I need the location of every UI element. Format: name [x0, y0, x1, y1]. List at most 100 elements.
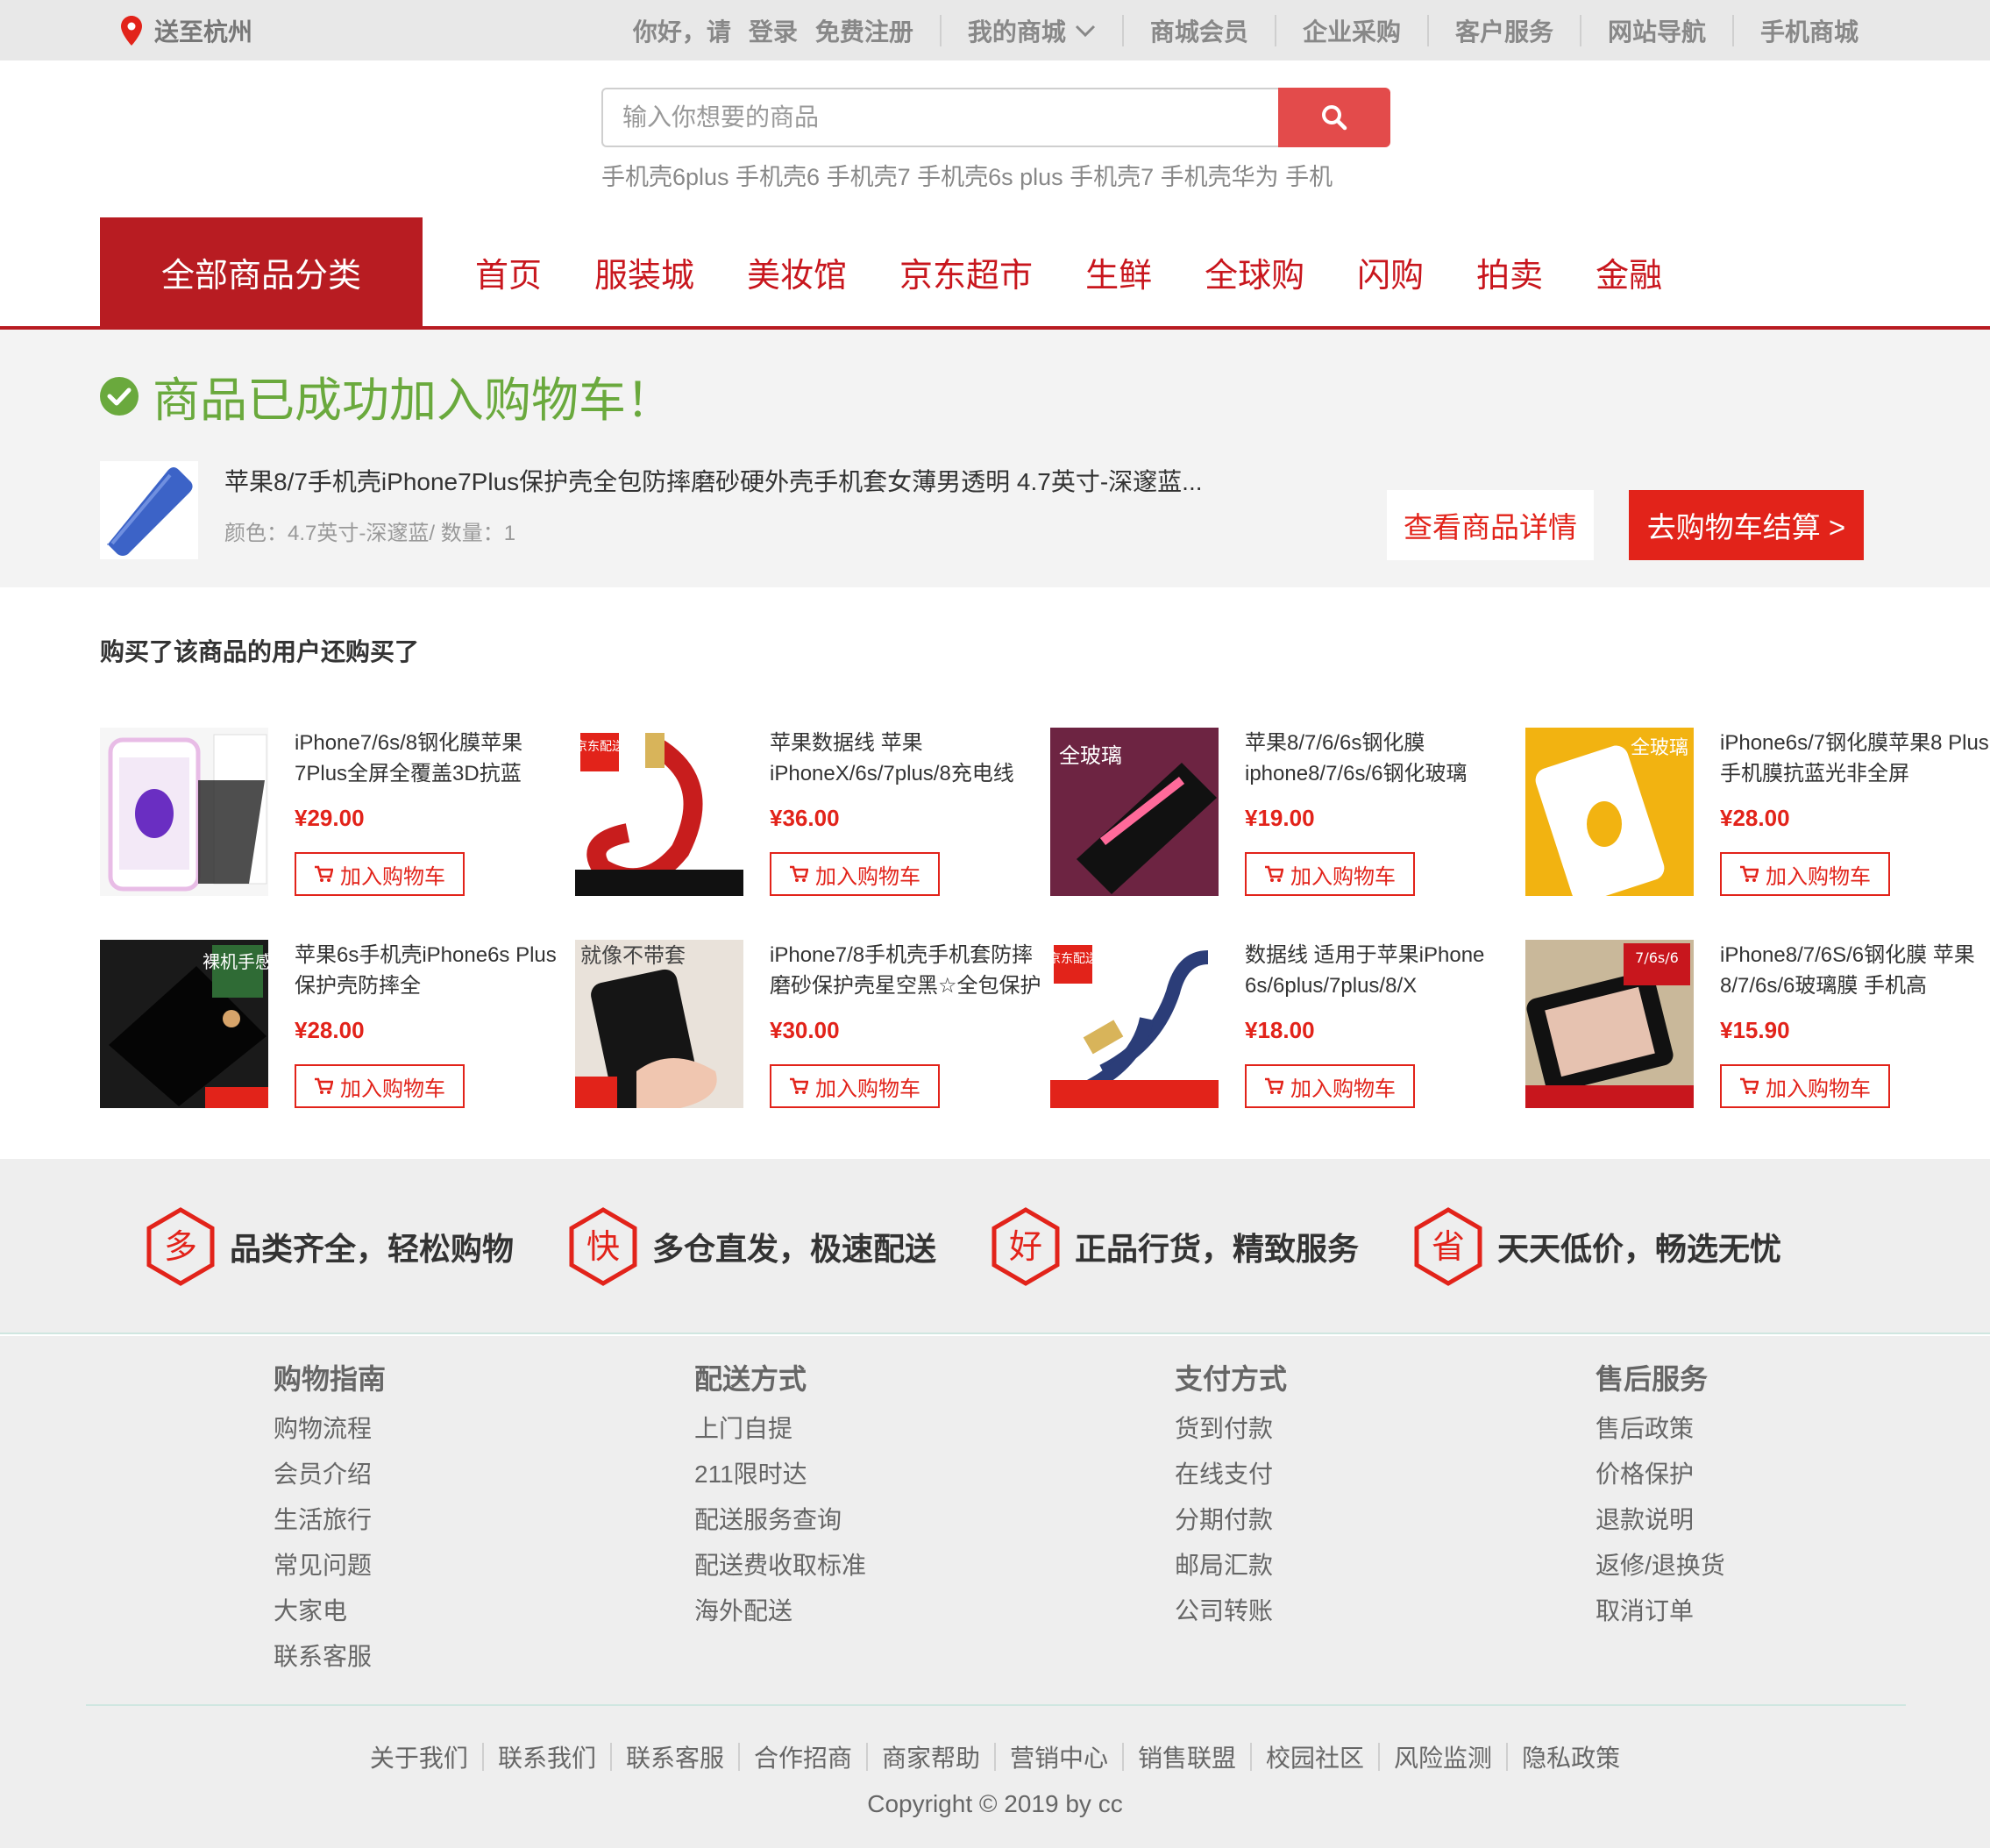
product-name[interactable]: 苹果6s手机壳iPhone6s Plus保护壳防摔全	[295, 940, 575, 1001]
product-image[interactable]: 全玻璃	[1525, 728, 1694, 896]
product-image[interactable]: 全玻璃	[1050, 728, 1219, 896]
footer-link[interactable]: 公司转账	[1175, 1589, 1287, 1634]
footer-link[interactable]: 营销中心	[1010, 1739, 1108, 1774]
footer-link[interactable]: 返修/退换货	[1596, 1543, 1725, 1589]
footer-link[interactable]: 联系客服	[274, 1634, 386, 1680]
nav-item-clothing[interactable]: 服装城	[594, 248, 694, 296]
footer-link[interactable]: 取消订单	[1596, 1589, 1725, 1634]
member-link[interactable]: 商城会员	[1150, 13, 1248, 48]
all-categories-button[interactable]: 全部商品分类	[100, 217, 423, 326]
product-name[interactable]: iPhone7/8手机壳手机套防摔磨砂保护壳星空黑☆全包保护	[770, 940, 1050, 1001]
product-name[interactable]: 苹果8/7手机壳iPhone7Plus保护壳全包防摔磨砂硬外壳手机套女薄男透明 …	[224, 463, 1203, 498]
footer: 购物指南 购物流程 会员介绍 生活旅行 常见问题 大家电 联系客服 配送方式 上…	[0, 1336, 1990, 1848]
footer-link[interactable]: 售后政策	[1596, 1406, 1725, 1452]
svg-text:就像不带套: 就像不带套	[580, 943, 686, 968]
add-to-cart-button[interactable]: 加入购物车	[1720, 852, 1890, 896]
search-button[interactable]	[1278, 88, 1390, 147]
nav-item-beauty[interactable]: 美妆馆	[747, 248, 847, 296]
add-to-cart-button[interactable]: 加入购物车	[295, 1064, 465, 1108]
phone-case-image	[100, 461, 198, 559]
cart-icon	[1740, 865, 1759, 882]
product-name[interactable]: 苹果8/7/6/6s钢化膜iphone8/7/6s/6钢化玻璃	[1245, 728, 1525, 789]
footer-link[interactable]: 配送费收取标准	[694, 1543, 866, 1589]
location-selector[interactable]: 送至杭州	[121, 12, 252, 49]
footer-link[interactable]: 大家电	[274, 1589, 386, 1634]
glass-film-image: 全玻璃	[1050, 728, 1219, 896]
add-to-cart-button[interactable]: 加入购物车	[1720, 1064, 1890, 1108]
hexagon-badge-icon: 好	[991, 1207, 1060, 1286]
svg-text:好: 好	[1009, 1227, 1042, 1266]
footer-link[interactable]: 合作招商	[754, 1739, 852, 1774]
product-image[interactable]: 京东配送	[1050, 940, 1219, 1108]
footer-bottom-links: 关于我们 联系我们 联系客服 合作招商 商家帮助 营销中心 销售联盟 校园社区 …	[0, 1739, 1990, 1774]
site-nav-link[interactable]: 网站导航	[1608, 13, 1706, 48]
nav-item-fresh[interactable]: 生鲜	[1085, 248, 1152, 296]
svg-text:裸机手感: 裸机手感	[203, 951, 268, 972]
footer-link[interactable]: 校园社区	[1266, 1739, 1364, 1774]
footer-link[interactable]: 购物流程	[274, 1406, 386, 1452]
product-image[interactable]: 裸机手感	[100, 940, 268, 1108]
nav-item-global[interactable]: 全球购	[1205, 248, 1304, 296]
hot-search-words[interactable]: 手机壳6plus 手机壳6 手机壳7 手机壳6s plus 手机壳7 手机壳华为…	[601, 158, 1390, 192]
search-box	[601, 88, 1278, 147]
footer-link[interactable]: 配送服务查询	[694, 1497, 866, 1543]
footer-link[interactable]: 211限时达	[694, 1452, 866, 1497]
my-mall-dropdown[interactable]: 我的商城	[968, 13, 1096, 48]
footer-link[interactable]: 常见问题	[274, 1543, 386, 1589]
login-link[interactable]: 登录	[749, 13, 798, 48]
product-image[interactable]: 京东配送	[575, 728, 743, 896]
cart-icon	[315, 1077, 333, 1094]
hexagon-badge-icon: 快	[569, 1207, 637, 1286]
product-image[interactable]: 就像不带套	[575, 940, 743, 1108]
service-promises: 多 品类齐全，轻松购物 快 多仓直发，极速配送 好 正品行货，精致服务 省 天天…	[0, 1159, 1990, 1334]
product-name[interactable]: iPhone6s/7钢化膜苹果8 Plus手机膜抗蓝光非全屏	[1720, 728, 1990, 789]
footer-link[interactable]: 联系客服	[626, 1739, 724, 1774]
product-name[interactable]: iPhone8/7/6S/6钢化膜 苹果8/7/6s/6玻璃膜 手机高	[1720, 940, 1990, 1001]
product-name[interactable]: 数据线 适用于苹果iPhone 6s/6plus/7plus/8/X	[1245, 940, 1525, 1001]
footer-link[interactable]: 联系我们	[498, 1739, 596, 1774]
product-card: 全玻璃 iPhone6s/7钢化膜苹果8 Plus手机膜抗蓝光非全屏 ¥28.0…	[1525, 728, 1990, 903]
search-input[interactable]	[603, 89, 1278, 146]
footer-link[interactable]: 风险监测	[1394, 1739, 1492, 1774]
add-to-cart-button[interactable]: 加入购物车	[1245, 1064, 1415, 1108]
footer-link[interactable]: 货到付款	[1175, 1406, 1287, 1452]
add-to-cart-button[interactable]: 加入购物车	[1245, 852, 1415, 896]
add-to-cart-button[interactable]: 加入购物车	[770, 1064, 940, 1108]
footer-link[interactable]: 会员介绍	[274, 1452, 386, 1497]
nav-item-auction[interactable]: 拍卖	[1476, 248, 1543, 296]
footer-link[interactable]: 商家帮助	[882, 1739, 980, 1774]
customer-service-link[interactable]: 客户服务	[1455, 13, 1553, 48]
product-thumbnail[interactable]	[100, 461, 198, 559]
footer-link[interactable]: 销售联盟	[1138, 1739, 1236, 1774]
footer-divider	[86, 1704, 1906, 1706]
add-to-cart-button[interactable]: 加入购物车	[770, 852, 940, 896]
checkout-button[interactable]: 去购物车结算 >	[1629, 490, 1864, 560]
footer-link[interactable]: 退款说明	[1596, 1497, 1725, 1543]
footer-link[interactable]: 隐私政策	[1522, 1739, 1620, 1774]
register-link[interactable]: 免费注册	[815, 13, 913, 48]
enterprise-link[interactable]: 企业采购	[1303, 13, 1401, 48]
mobile-mall-link[interactable]: 手机商城	[1760, 13, 1859, 48]
footer-link[interactable]: 生活旅行	[274, 1497, 386, 1543]
nav-item-finance[interactable]: 金融	[1596, 248, 1662, 296]
nav-item-supermarket[interactable]: 京东超市	[899, 248, 1033, 296]
footer-link[interactable]: 海外配送	[694, 1589, 866, 1634]
view-detail-button[interactable]: 查看商品详情	[1387, 490, 1594, 560]
product-price: ¥19.00	[1245, 805, 1315, 831]
chevron-down-icon	[1075, 25, 1095, 37]
footer-link[interactable]: 价格保护	[1596, 1452, 1725, 1497]
product-image[interactable]	[100, 728, 268, 896]
product-price: ¥36.00	[770, 805, 840, 831]
product-name[interactable]: iPhone7/6s/8钢化膜苹果7Plus全屏全覆盖3D抗蓝	[295, 728, 575, 789]
footer-link[interactable]: 分期付款	[1175, 1497, 1287, 1543]
product-image[interactable]: 7/6s/6	[1525, 940, 1694, 1108]
nav-item-flash[interactable]: 闪购	[1357, 248, 1424, 296]
footer-link[interactable]: 邮局汇款	[1175, 1543, 1287, 1589]
product-card: 7/6s/6 iPhone8/7/6S/6钢化膜 苹果8/7/6s/6玻璃膜 手…	[1525, 940, 1990, 1115]
footer-link[interactable]: 在线支付	[1175, 1452, 1287, 1497]
footer-link[interactable]: 关于我们	[370, 1739, 468, 1774]
add-to-cart-button[interactable]: 加入购物车	[295, 852, 465, 896]
nav-item-home[interactable]: 首页	[475, 248, 542, 296]
product-name[interactable]: 苹果数据线 苹果iPhoneX/6s/7plus/8充电线	[770, 728, 1050, 789]
footer-link[interactable]: 上门自提	[694, 1406, 866, 1452]
